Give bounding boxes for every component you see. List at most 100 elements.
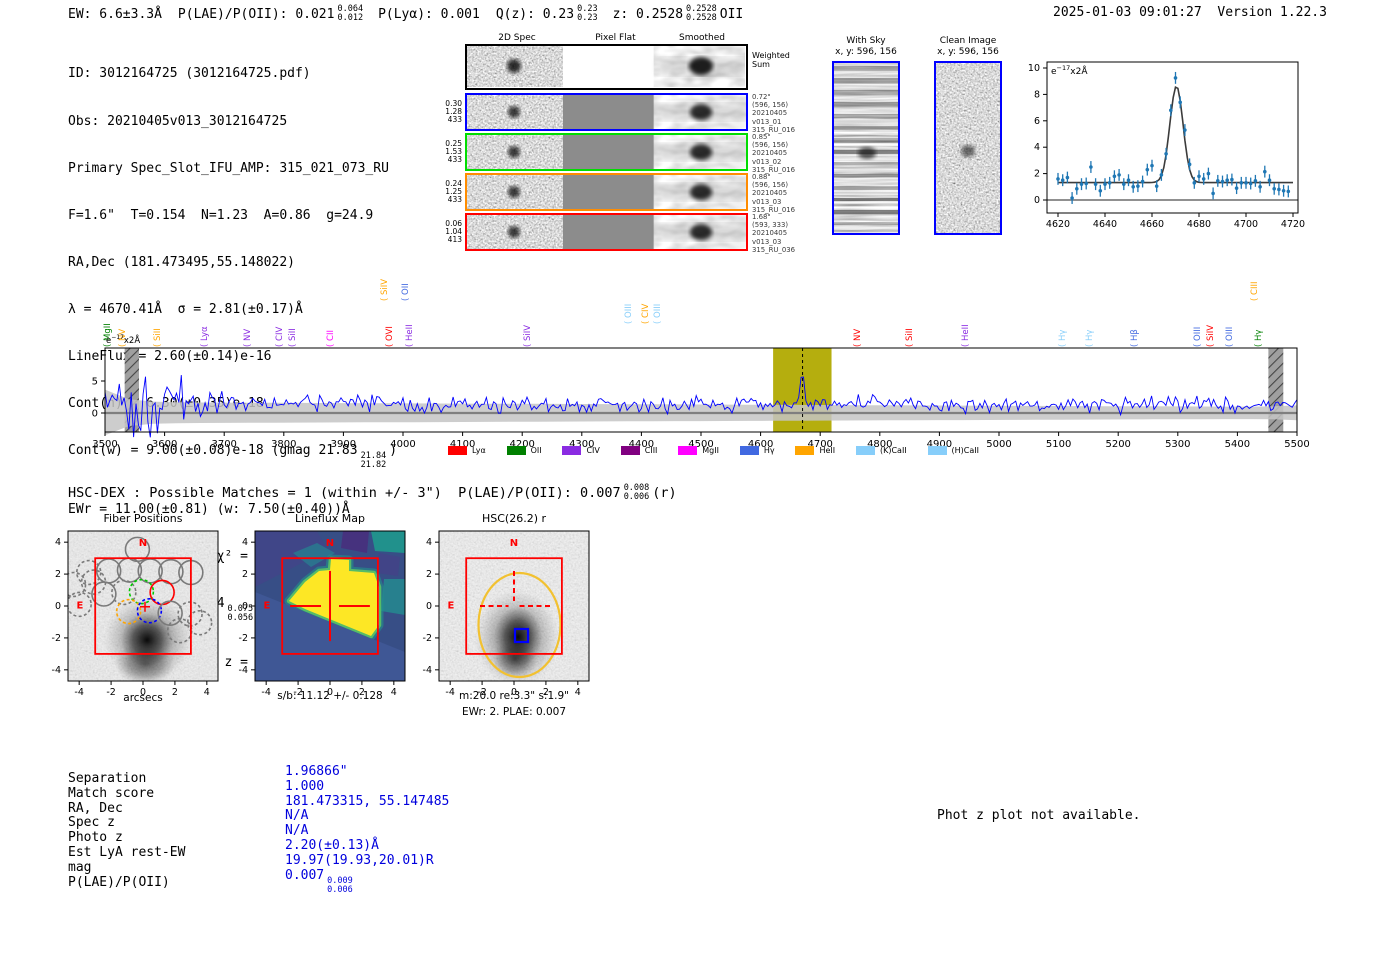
data-point	[1234, 186, 1239, 190]
match-row-value: 181.473315, 55.147485	[285, 793, 450, 809]
data-point	[1286, 189, 1291, 194]
y-tick-label: 0	[242, 601, 248, 612]
legend-swatch	[506, 446, 526, 455]
data-point	[1140, 179, 1145, 184]
x-tick-label: 4720	[1281, 219, 1305, 230]
data-point	[1253, 179, 1258, 183]
compass-north: N	[139, 538, 147, 549]
withsky-title: With Sky	[846, 36, 886, 46]
line-label-OIII: ( OIII	[624, 303, 634, 324]
legend-label: (K)CaII	[879, 446, 907, 455]
spectrum-plot-area	[104, 348, 1298, 438]
legend-swatch	[620, 446, 640, 455]
data-point	[1154, 184, 1159, 188]
info-obs: Obs: 20210405v013_3012164725	[68, 113, 288, 129]
legend-label: Lyα	[472, 446, 486, 455]
row-right-label: 0.85" (596, 156) 20210405 v013_02 315_RU_016	[752, 133, 796, 174]
x-tick-label: 3900	[331, 439, 356, 450]
row-right-label: 0.72" (596, 156) 20210405 v013_01 315_RU_016	[752, 93, 796, 134]
data-point	[1263, 169, 1267, 174]
legend-item-CIII: CIII	[620, 446, 658, 455]
data-point	[1239, 181, 1244, 185]
data-point	[1117, 173, 1121, 177]
legend-item-OII: OII	[506, 446, 542, 455]
y-tick-label: -4	[239, 665, 248, 676]
exposure-row-cutouts	[465, 133, 748, 171]
header-ew: EW: 6.6±3.3Å	[68, 6, 162, 22]
data-point	[1126, 178, 1131, 182]
data-point	[1089, 165, 1093, 169]
data-point	[1070, 196, 1074, 200]
row-left-label: 0.24 1.25 433	[445, 179, 462, 204]
row-left-label: 0.30 1.28 433	[445, 99, 462, 124]
summary-header: EW: 6.6±3.3Å P(LAE)/P(OII): 0.021 0.064 0…	[68, 4, 743, 24]
legend-label: CIII	[644, 446, 658, 455]
header-z-frac: 0.2528 0.2528	[686, 4, 717, 24]
row-left-label: 0.25 1.53 433	[445, 139, 462, 164]
y-tick-label: 2	[242, 569, 248, 580]
data-point	[1093, 182, 1098, 186]
header-plya: P(Lyα): 0.001	[378, 6, 480, 22]
hsc-xlabel: m:20.0 re:3.3" s:1.9"	[459, 690, 569, 702]
lineflux-plot-title: Lineflux Map	[294, 512, 366, 525]
fiber-xlabel: arcsecs	[123, 692, 163, 704]
line-label-CIII: ( CIII	[1250, 281, 1260, 301]
match-row-value: N/A	[285, 808, 309, 824]
match-table-values: 1.96866" 1.000 181.473315, 55.147485 N/A N/A…	[285, 764, 450, 895]
data-point	[1098, 188, 1103, 193]
compass-east: E	[264, 600, 271, 611]
match-row-value: 0.007 0.009 0.006	[285, 867, 353, 895]
y-tick-label: -2	[52, 633, 61, 644]
legend-label: MgII	[702, 446, 719, 455]
data-point	[1267, 178, 1272, 182]
legend-item-Hγ: Hγ	[739, 446, 775, 455]
x-tick-label: 3600	[152, 439, 177, 450]
y-tick-label: 2	[426, 569, 432, 580]
compass-east: E	[77, 600, 84, 611]
x-tick-label: 4000	[390, 439, 415, 450]
line-label-OII: ( OII	[401, 283, 411, 301]
x-tick-label: 4620	[1046, 219, 1070, 230]
compass-north: N	[510, 538, 518, 549]
x-tick-label: 3700	[211, 439, 236, 450]
fiber-positions-plot: NE -4 -2 0 2 4-4-2024	[52, 530, 219, 698]
data-point	[1169, 108, 1173, 113]
data-point	[1159, 173, 1164, 177]
x-tick-label: 5400	[1225, 439, 1250, 450]
data-point	[1079, 182, 1084, 186]
y-tick-label: -4	[52, 665, 61, 676]
legend-swatch	[678, 446, 698, 455]
match-row-label: Photo z	[68, 830, 123, 846]
spectrum-legend: Lyα OII CIV CIII MgII Hγ HeII (K)CaII (H)CaII	[448, 446, 993, 455]
match-row-label: Spec z	[68, 815, 115, 831]
data-point	[1145, 167, 1150, 172]
data-point	[1178, 100, 1182, 105]
data-point	[1216, 179, 1220, 183]
data-point	[1103, 182, 1107, 186]
clean-title: Clean Image	[939, 36, 997, 46]
legend-swatch	[927, 446, 947, 455]
y-tick-label: 0	[426, 601, 432, 612]
legend-item-Lyα: Lyα	[448, 446, 486, 455]
photz-note: Phot z plot not available.	[937, 808, 1141, 823]
header-qz: Q(z): 0.23	[495, 6, 575, 22]
data-point	[1112, 174, 1117, 179]
y-tick-label: -2	[239, 633, 248, 644]
y-tick-label: 4	[426, 537, 432, 548]
data-point	[1272, 186, 1276, 191]
compass-east: E	[448, 600, 455, 611]
data-point	[1183, 128, 1187, 132]
match-row-label: RA, Dec	[68, 800, 123, 816]
y-tick-label: 4	[1034, 142, 1040, 153]
zoom-plot-area	[1047, 62, 1298, 213]
data-point	[1206, 171, 1211, 176]
row-right-label: 0.88" (596, 156) 20210405 v013_03 315_RU_016	[752, 173, 796, 214]
match-row-label: Separation	[68, 771, 147, 786]
y-tick-label: 8	[1034, 89, 1040, 100]
y-tick-label: 4	[242, 537, 248, 548]
legend-item-HeII: HeII	[795, 446, 835, 455]
data-point	[1075, 186, 1079, 191]
col-title-2dspec: 2D Spec	[498, 33, 536, 43]
legend-item-MgII: MgII	[678, 446, 719, 455]
data-point	[1230, 177, 1234, 182]
